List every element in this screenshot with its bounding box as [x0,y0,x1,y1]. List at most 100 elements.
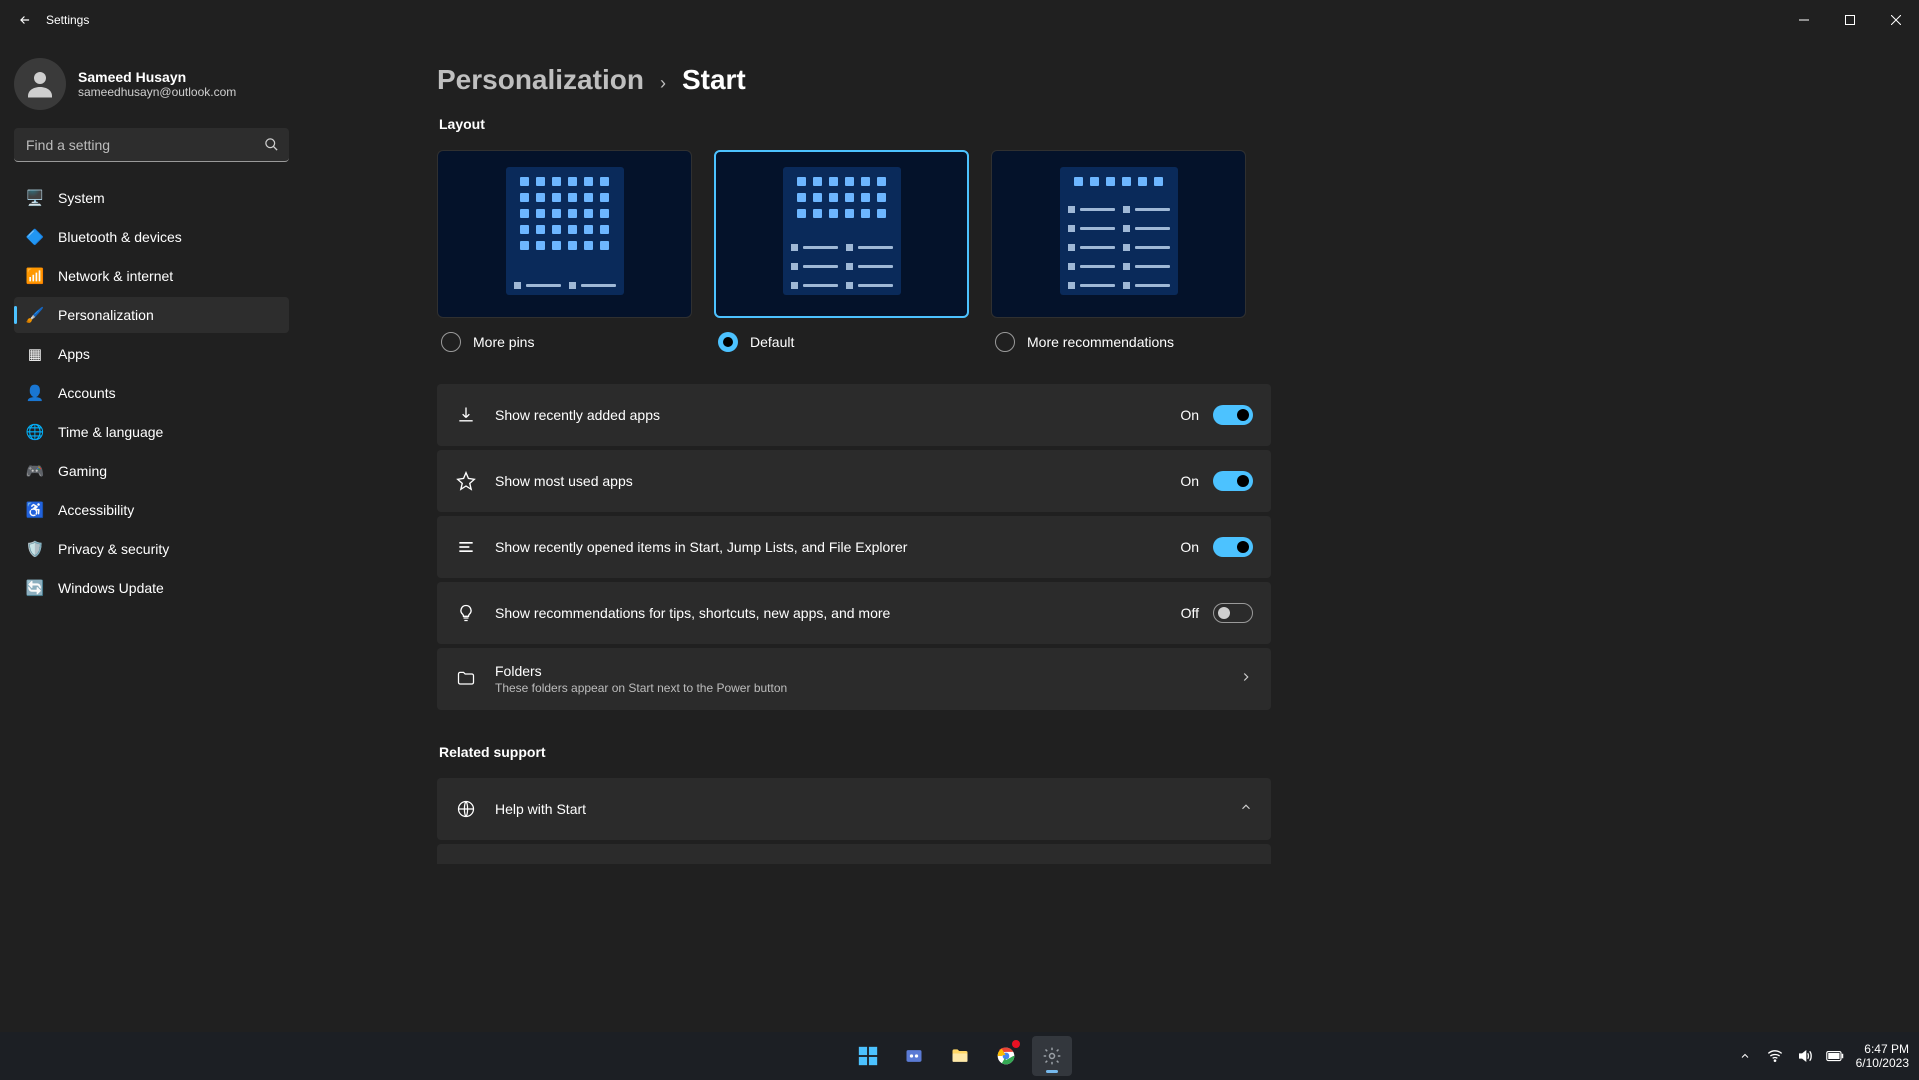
sidebar-item-personalization[interactable]: 🖌️Personalization [14,297,289,333]
sidebar-item-privacy-security[interactable]: 🛡️ Privacy & security [14,531,289,567]
chevron-up-icon [1239,800,1253,819]
start-button[interactable] [848,1036,888,1076]
taskbar-clock[interactable]: 6:47 PM 6/10/2023 [1856,1042,1909,1071]
sidebar-item-accessibility[interactable]: ♿ Accessibility [14,492,289,528]
download-icon [455,405,477,425]
search-input[interactable] [14,128,289,162]
sidebar-item-accounts[interactable]: 👤Accounts [14,375,289,411]
layout-radio-label: Default [750,334,794,350]
sidebar-item-gaming[interactable]: 🎮 Gaming [14,453,289,489]
toggle-state-label: On [1180,407,1199,423]
folders-subtitle: These folders appear on Start next to th… [495,681,1239,695]
layout-preview[interactable] [714,150,969,318]
globe-icon [455,799,477,819]
toggle-switch[interactable] [1213,537,1253,557]
layout-option-more-recommendations[interactable]: More recommendations [991,150,1246,352]
toggle-state-label: On [1180,473,1199,489]
nav-icon: ▦ [26,345,44,363]
breadcrumb: Personalization › Start [437,64,1879,96]
setting-label: Show most used apps [495,473,1180,489]
sidebar-item-system[interactable]: 🖥️ System [14,180,289,216]
nav-label: Bluetooth & devices [58,229,182,245]
profile-block[interactable]: Sameed Husayn sameedhusayn@outlook.com [14,48,289,128]
layout-option-more-pins[interactable]: More pins [437,150,692,352]
sidebar-item-windows-update[interactable]: 🔄Windows Update [14,570,289,606]
toggle-switch[interactable] [1213,471,1253,491]
search-icon [264,137,279,157]
volume-icon[interactable] [1796,1047,1814,1065]
toggle-switch[interactable] [1213,603,1253,623]
wifi-icon[interactable] [1766,1047,1784,1065]
nav-label: Privacy & security [58,541,169,557]
layout-radio-label: More pins [473,334,534,350]
profile-name: Sameed Husayn [78,69,236,85]
tray-chevron-icon[interactable] [1736,1047,1754,1065]
nav-label: Apps [58,346,90,362]
section-related-heading: Related support [439,744,1879,760]
back-button[interactable] [10,5,40,35]
folder-icon [455,669,477,689]
list-icon [455,537,477,557]
setting-row: Show recommendations for tips, shortcuts… [437,582,1271,644]
taskbar: 6:47 PM 6/10/2023 [0,1032,1919,1080]
nav-label: Windows Update [58,580,164,596]
help-with-start-row[interactable]: Help with Start [437,778,1271,840]
profile-email: sameedhusayn@outlook.com [78,85,236,99]
sidebar: Sameed Husayn sameedhusayn@outlook.com 🖥… [0,40,303,1032]
nav-label: Accessibility [58,502,134,518]
taskbar-settings[interactable] [1032,1036,1072,1076]
taskbar-copilot[interactable] [894,1036,934,1076]
taskbar-file-explorer[interactable] [940,1036,980,1076]
nav-icon: 🛡️ [26,540,44,558]
setting-label: Show recently added apps [495,407,1180,423]
layout-preview[interactable] [991,150,1246,318]
setting-row: Show recently opened items in Start, Jum… [437,516,1271,578]
layout-option-default[interactable]: Default [714,150,969,352]
main-content: Personalization › Start Layout More pins [303,40,1919,1032]
avatar [14,58,66,110]
toggle-switch[interactable] [1213,405,1253,425]
nav-label: Gaming [58,463,107,479]
chevron-right-icon [1239,670,1253,689]
layout-preview[interactable] [437,150,692,318]
sidebar-item-network-internet[interactable]: 📶 Network & internet [14,258,289,294]
layout-radio[interactable]: More recommendations [991,332,1246,352]
bulb-icon [455,603,477,623]
breadcrumb-parent[interactable]: Personalization [437,64,644,96]
nav-icon: ♿ [26,501,44,519]
nav-icon: 👤 [26,384,44,402]
sidebar-item-apps[interactable]: ▦ Apps [14,336,289,372]
setting-label: Show recently opened items in Start, Jum… [495,539,1180,555]
maximize-button[interactable] [1827,0,1873,40]
window-title: Settings [46,13,89,27]
nav-label: Time & language [58,424,163,440]
nav-icon: 🎮 [26,462,44,480]
nav-label: Personalization [58,307,154,323]
setting-row: Show most used apps On [437,450,1271,512]
nav-label: Network & internet [58,268,173,284]
layout-radio[interactable]: Default [714,332,969,352]
notification-badge-icon [1012,1040,1020,1048]
folders-row[interactable]: Folders These folders appear on Start ne… [437,648,1271,710]
sidebar-item-bluetooth-devices[interactable]: 🔷 Bluetooth & devices [14,219,289,255]
toggle-state-label: On [1180,539,1199,555]
nav-icon: 🔷 [26,228,44,246]
page-title: Start [682,64,746,96]
close-button[interactable] [1873,0,1919,40]
title-bar: Settings [0,0,1919,40]
minimize-button[interactable] [1781,0,1827,40]
help-expanded-stub [437,844,1271,864]
nav-icon: 🌐 [26,423,44,441]
layout-radio[interactable]: More pins [437,332,692,352]
section-layout-heading: Layout [439,116,1879,132]
nav-icon: 📶 [26,267,44,285]
battery-icon[interactable] [1826,1047,1844,1065]
nav-label: System [58,190,105,206]
help-with-start-label: Help with Start [495,801,1239,817]
sidebar-item-time-language[interactable]: 🌐 Time & language [14,414,289,450]
setting-label: Show recommendations for tips, shortcuts… [495,605,1181,621]
chevron-right-icon: › [660,73,666,94]
setting-row: Show recently added apps On [437,384,1271,446]
nav-icon: 🖥️ [26,189,44,207]
taskbar-chrome[interactable] [986,1036,1026,1076]
